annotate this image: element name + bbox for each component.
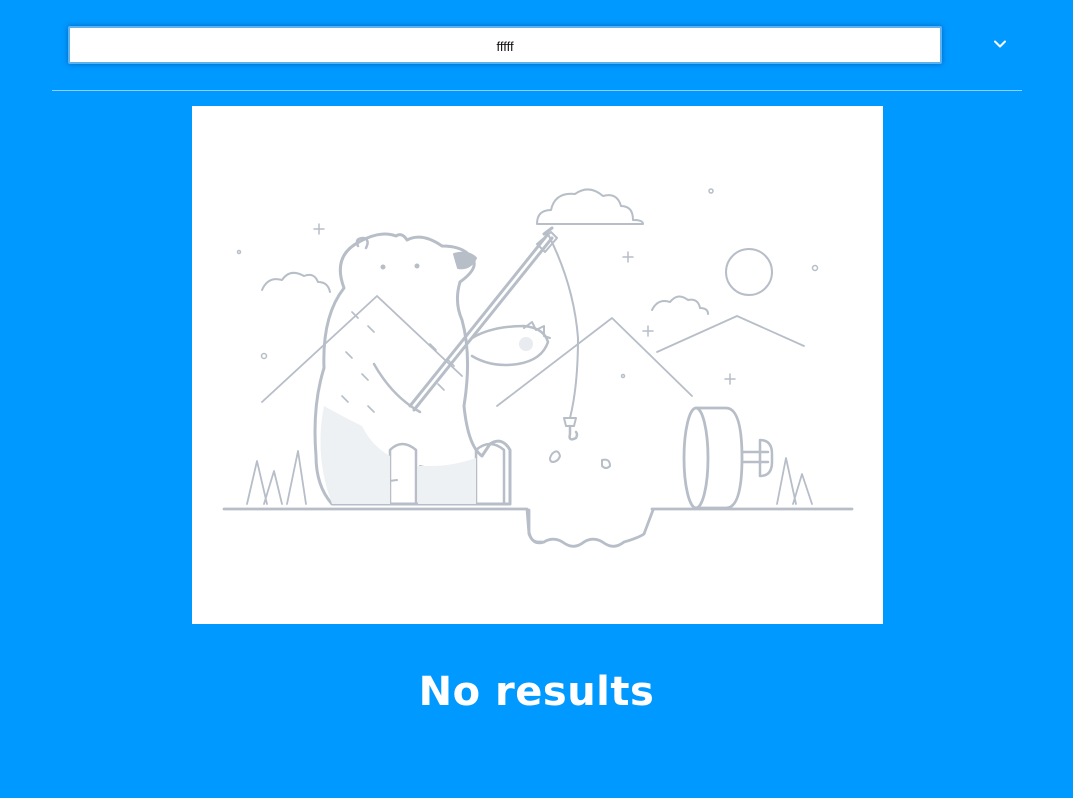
search-input[interactable] <box>70 28 940 62</box>
fishing-bear-illustration <box>222 188 854 548</box>
no-results-message: No results <box>418 669 655 715</box>
header-divider <box>52 90 1022 91</box>
empty-state-illustration <box>192 106 883 624</box>
chevron-down-icon <box>994 40 1006 48</box>
search-bar[interactable] <box>68 26 942 64</box>
dropdown-toggle-button[interactable] <box>986 30 1014 58</box>
